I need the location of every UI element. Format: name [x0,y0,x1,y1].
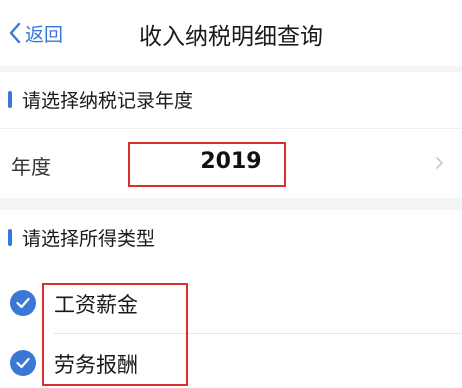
year-highlight-box [128,142,286,187]
income-section-title: 请选择所得类型 [22,228,156,250]
section-gap [0,198,462,210]
year-section-title: 请选择纳税记录年度 [22,90,194,112]
section-accent-bar [8,91,12,108]
chevron-right-icon [436,157,443,169]
navigation-bar: 返回 收入纳税明细查询 [0,0,462,66]
check-circle-icon[interactable] [10,290,36,316]
check-circle-icon[interactable] [10,350,36,376]
year-section-header: 请选择纳税记录年度 [0,72,462,128]
page-title: 收入纳税明细查询 [139,24,323,50]
options-highlight-box [42,283,188,386]
section-accent-bar [8,229,12,246]
income-section-header: 请选择所得类型 [0,210,462,266]
